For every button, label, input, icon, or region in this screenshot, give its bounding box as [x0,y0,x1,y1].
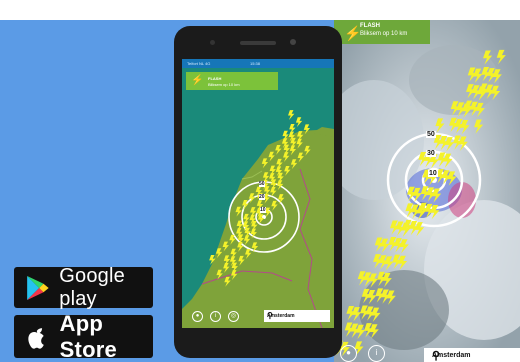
notification-subtitle: Bliksem op 10 km [208,82,240,87]
pin-icon: ⚲ [267,311,273,320]
ring-label-50: 50 [259,181,265,187]
layers-button[interactable]: ● [192,311,203,322]
apple-icon [28,327,44,349]
ring-label-30: 30 [426,150,436,157]
app-store-badge[interactable]: App Store [14,311,153,362]
settings-button[interactable]: ◎ [228,311,239,322]
phone-screen: Telfort NL 4G 15:38 ⚡ FLASH Bliksem op 1… [182,59,334,328]
app-store-label: App Store [59,310,117,362]
top-strip [0,0,520,20]
phone-sensor [210,40,215,45]
radar-location-bar[interactable]: Amsterdam ⚲ [424,348,520,362]
location-bar[interactable]: Amsterdam ⚲ [264,310,330,322]
ring-label-10: 10 [428,170,438,177]
phone-mockup: Telfort NL 4G 15:38 ⚡ FLASH Bliksem op 1… [174,26,342,358]
radar-screenshot: ⚡ FLASH Bliksem op 10 km 50 30 10 [334,20,520,362]
flash-notification: ⚡ FLASH Bliksem op 10 km [186,72,278,90]
notification-title: FLASH [360,23,380,29]
info-button[interactable]: i [368,345,385,362]
play-triangle-icon [27,275,49,300]
radar-notification: ⚡ FLASH Bliksem op 10 km [334,20,430,44]
phone-speaker [240,41,276,45]
ring-label-20: 20 [259,194,265,200]
lightning-icon: ⚡ [344,25,362,41]
layers-button[interactable]: ● [340,345,357,362]
promo-banner: Google play App Store ⚡ FLASH Bliksem op… [0,0,520,362]
lightning-map [182,59,334,328]
status-bar: Telfort NL 4G 15:38 [182,59,334,68]
lightning-icon: ⚡ [191,75,204,86]
ring-label-50: 50 [426,131,436,138]
phone-camera [290,39,296,45]
pin-icon: ⚲ [432,350,441,362]
clock-text: 15:38 [250,61,261,66]
notification-subtitle: Bliksem op 10 km [360,31,408,37]
carrier-text: Telfort NL 4G [187,61,211,66]
notification-title: FLASH [208,76,222,81]
google-play-badge[interactable]: Google play [14,264,153,310]
google-play-label: Google play [59,264,125,310]
info-button[interactable]: i [210,311,221,322]
ring-label-10: 10 [260,207,266,213]
radar-map [334,20,520,362]
